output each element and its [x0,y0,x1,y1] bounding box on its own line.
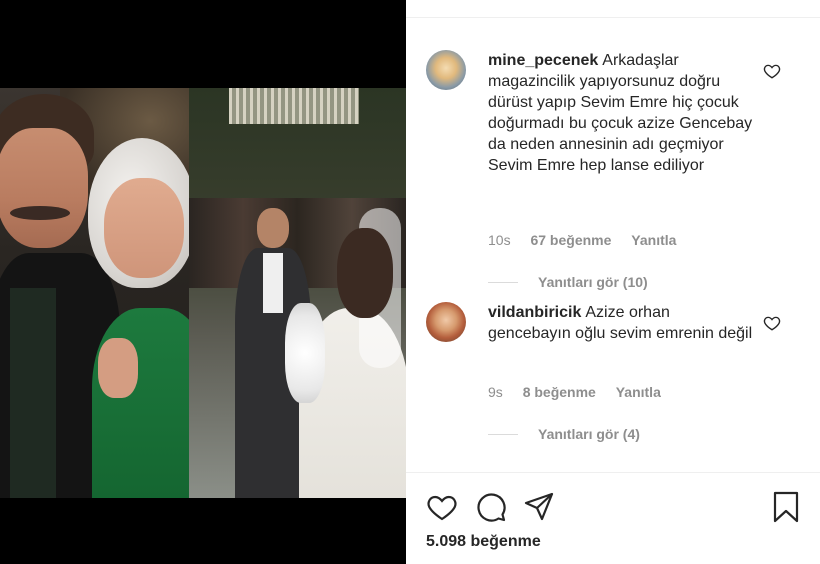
comment-item: vildanbiricik Azize orhan gencebayın oğlu… [426,302,806,442]
post-like-count[interactable]: 5.098 beğenme [426,533,541,551]
comment-time[interactable]: 10s [488,232,511,248]
avatar[interactable] [426,50,466,90]
comment-username[interactable]: mine_pecenek [488,52,598,69]
paper-plane-icon[interactable] [523,491,555,523]
heart-icon[interactable] [426,491,458,523]
comment-username[interactable]: vildanbiricik [488,304,581,321]
replies-divider [488,281,518,283]
comment-list[interactable]: mine_pecenek Arkadaşlar magazincilik yapı… [406,17,820,472]
comment-bubble-icon[interactable] [475,491,507,523]
view-replies-label: Yanıtları gör (4) [538,426,640,442]
view-replies-button[interactable]: Yanıtları gör (10) [488,274,648,290]
comment-meta: 10s 67 beğenme Yanıtla [488,232,692,248]
comment-body: mine_pecenek Arkadaşlar magazincilik yapı… [488,50,756,176]
view-replies-label: Yanıtları gör (10) [538,274,648,290]
comment-likes[interactable]: 67 beğenme [530,232,611,248]
comment-time[interactable]: 9s [488,384,503,400]
comment-body: vildanbiricik Azize orhan gencebayın oğlu… [488,302,756,344]
avatar[interactable] [426,302,466,342]
heart-outline-icon[interactable] [763,314,781,332]
comment-text: Arkadaşlar magazincilik yapıyorsunuz doğ… [488,52,753,174]
post-action-bar: 5.098 beğenme [406,472,820,564]
comment-meta: 9s 8 beğenme Yanıtla [488,384,677,400]
heart-outline-icon[interactable] [763,62,781,80]
photo-couple-portrait [0,88,189,498]
reply-button[interactable]: Yanıtla [616,384,661,400]
comment-item: mine_pecenek Arkadaşlar magazincilik yapı… [426,50,806,290]
bookmark-icon[interactable] [770,491,802,523]
post-media[interactable] [0,0,406,564]
comments-sidebar: mine_pecenek Arkadaşlar magazincilik yapı… [406,0,820,564]
reply-button[interactable]: Yanıtla [631,232,676,248]
photo-wedding-walk [189,88,406,498]
comment-likes[interactable]: 8 beğenme [523,384,596,400]
replies-divider [488,433,518,435]
view-replies-button[interactable]: Yanıtları gör (4) [488,426,640,442]
